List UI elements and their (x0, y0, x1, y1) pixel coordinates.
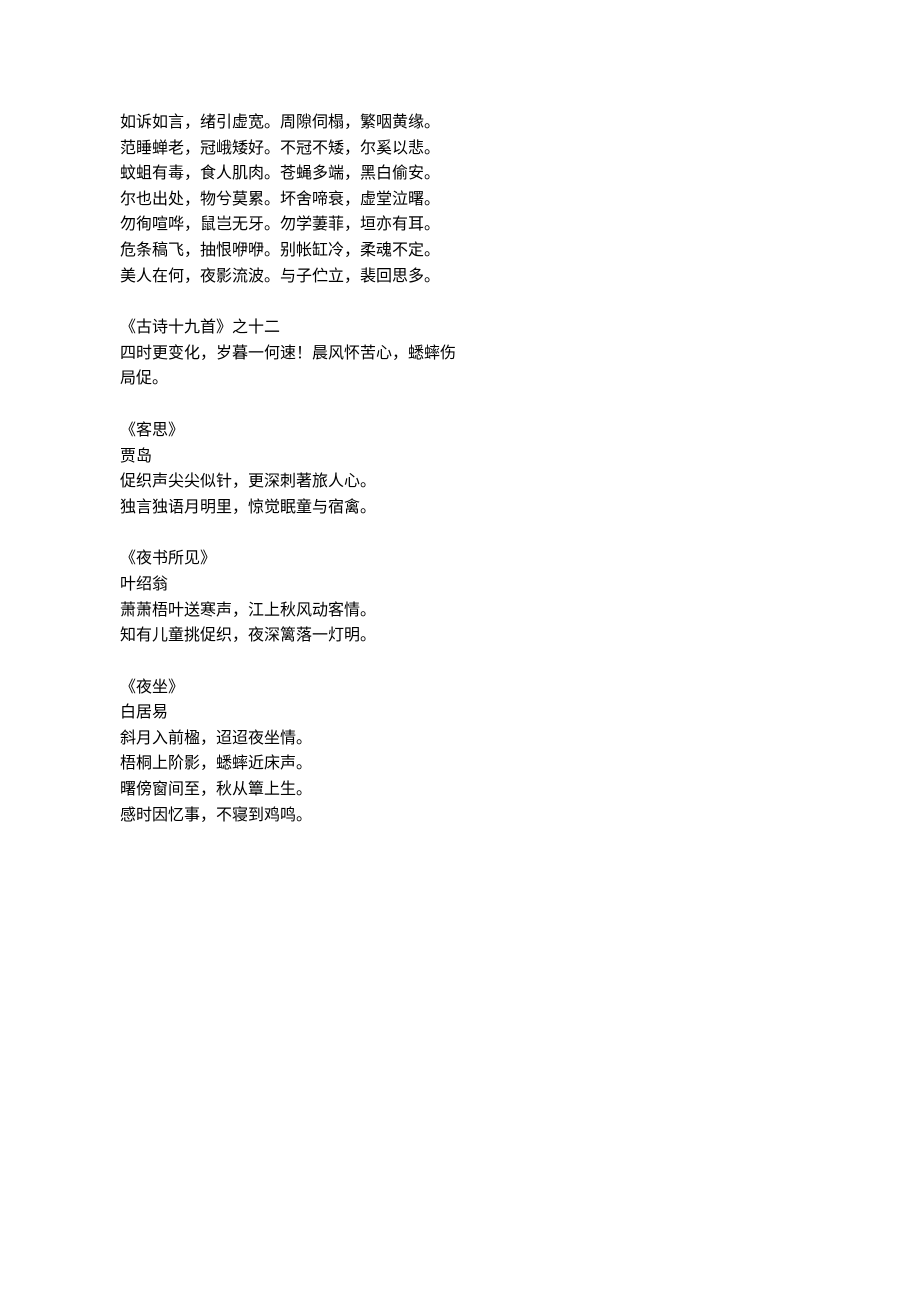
poem-title: 《客思》 (120, 418, 800, 444)
poem-block-kesi: 《客思》 贾岛 促织声尖尖似针，更深刺著旅人心。 独言独语月明里，惊觉眠童与宿禽… (120, 418, 800, 520)
poem-line: 尔也出处，物兮莫累。坏舍啼衰，虚堂泣曙。 (120, 187, 800, 213)
poem-author: 叶绍翁 (120, 572, 800, 598)
poem-line: 曙傍窗间至，秋从簟上生。 (120, 777, 800, 803)
poem-line: 美人在何，夜影流波。与子伫立，裴回思多。 (120, 264, 800, 290)
poem-block-untitled: 如诉如言，绪引虚宽。周隙伺榻，繁咽黄缘。 范睡蝉老，冠峨矮好。不冠不矮，尔奚以悲… (120, 110, 800, 289)
poem-line: 斜月入前楹，迢迢夜坐情。 (120, 726, 800, 752)
poem-line: 危条稿飞，抽恨咿咿。别帐缸冷，柔魂不定。 (120, 238, 800, 264)
poem-line: 如诉如言，绪引虚宽。周隙伺榻，繁咽黄缘。 (120, 110, 800, 136)
poem-author: 贾岛 (120, 444, 800, 470)
poem-line: 独言独语月明里，惊觉眠童与宿禽。 (120, 495, 800, 521)
poem-title: 《夜书所见》 (120, 546, 800, 572)
poem-title: 《古诗十九首》之十二 (120, 315, 800, 341)
poem-line: 范睡蝉老，冠峨矮好。不冠不矮，尔奚以悲。 (120, 136, 800, 162)
poem-line: 局促。 (120, 366, 800, 392)
poem-line: 梧桐上阶影，蟋蟀近床声。 (120, 751, 800, 777)
document-page: 如诉如言，绪引虚宽。周隙伺榻，繁咽黄缘。 范睡蝉老，冠峨矮好。不冠不矮，尔奚以悲… (0, 0, 920, 1301)
poem-block-yeshu: 《夜书所见》 叶绍翁 萧萧梧叶送寒声，江上秋风动客情。 知有儿童挑促织，夜深篱落… (120, 546, 800, 648)
poem-line: 感时因忆事，不寝到鸡鸣。 (120, 803, 800, 829)
poem-author: 白居易 (120, 700, 800, 726)
poem-line: 蚊蛆有毒，食人肌肉。苍蝇多端，黑白偷安。 (120, 161, 800, 187)
poem-line: 知有儿童挑促织，夜深篱落一灯明。 (120, 623, 800, 649)
poem-line: 四时更变化，岁暮一何速！晨风怀苦心，蟋蟀伤 (120, 341, 800, 367)
poem-block-yezuo: 《夜坐》 白居易 斜月入前楹，迢迢夜坐情。 梧桐上阶影，蟋蟀近床声。 曙傍窗间至… (120, 675, 800, 829)
poem-title: 《夜坐》 (120, 675, 800, 701)
poem-line: 促织声尖尖似针，更深刺著旅人心。 (120, 469, 800, 495)
poem-line: 萧萧梧叶送寒声，江上秋风动客情。 (120, 598, 800, 624)
poem-line: 勿徇喧哗，鼠岂无牙。勿学萋菲，垣亦有耳。 (120, 212, 800, 238)
poem-block-nineteen: 《古诗十九首》之十二 四时更变化，岁暮一何速！晨风怀苦心，蟋蟀伤 局促。 (120, 315, 800, 392)
